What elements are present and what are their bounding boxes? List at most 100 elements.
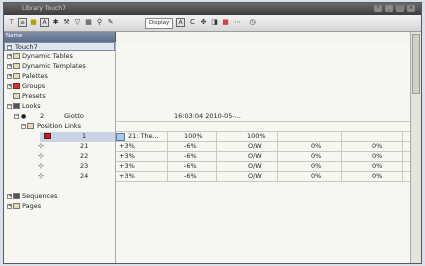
- tree-item-label: Looks: [22, 102, 41, 110]
- scrollbar-thumb[interactable]: [412, 34, 420, 94]
- fixture-node-icon: ⊹: [38, 142, 44, 150]
- folder-icon[interactable]: ■: [29, 18, 38, 27]
- expand-icon[interactable]: +: [7, 74, 12, 79]
- tilt-cell[interactable]: -6%: [184, 172, 197, 181]
- link-folder-icon: [27, 123, 34, 129]
- color-icon[interactable]: ■: [221, 18, 230, 27]
- value-cell[interactable]: 0%: [372, 172, 382, 181]
- tree-item-label: Dynamic Templates: [22, 62, 86, 70]
- value-cell[interactable]: 0%: [372, 162, 382, 171]
- level-cell[interactable]: 100%: [247, 132, 266, 141]
- grid-divider: [341, 131, 342, 181]
- tilt-cell[interactable]: -6%: [184, 162, 197, 171]
- tree-item-label: Groups: [22, 82, 46, 90]
- value-cell[interactable]: 0%: [311, 142, 321, 151]
- close-icon[interactable]: ×: [407, 5, 415, 12]
- sequence-icon: [13, 193, 20, 199]
- window-controls: ? _ □ ×: [374, 5, 415, 12]
- grid-divider: [116, 121, 411, 122]
- collapse-icon[interactable]: −: [14, 114, 19, 119]
- help-icon[interactable]: ?: [374, 5, 382, 12]
- selected-row-highlight: [40, 132, 115, 142]
- link-icon: [44, 133, 51, 139]
- mode-cell[interactable]: O/W: [248, 142, 262, 151]
- link-name: 21: The...: [128, 132, 159, 140]
- pan-cell[interactable]: +3%: [119, 162, 135, 171]
- grid-icon[interactable]: ▦: [84, 18, 93, 27]
- look-name: Giotto: [64, 112, 84, 120]
- link-number: 23: [80, 162, 89, 170]
- tree-item-root[interactable]: − Touch7: [4, 42, 115, 51]
- value-cell[interactable]: 0%: [372, 152, 382, 161]
- pan-cell[interactable]: +3%: [119, 152, 135, 161]
- value-cell[interactable]: 0%: [311, 162, 321, 171]
- look-bullet-icon: ●: [21, 113, 27, 120]
- tree-item-label: Palettes: [22, 72, 48, 80]
- cue-icon[interactable]: ✎: [106, 18, 115, 27]
- display-button[interactable]: Display: [145, 18, 174, 29]
- beam-icon[interactable]: ◨: [210, 18, 219, 27]
- collapse-icon[interactable]: −: [7, 104, 12, 109]
- grid-divider: [116, 161, 411, 162]
- looks-icon: [13, 103, 20, 109]
- filter-funnel-icon[interactable]: ▽: [73, 18, 82, 27]
- folder-icon: [13, 63, 20, 69]
- mode-cell[interactable]: O/W: [248, 172, 262, 181]
- minimize-icon[interactable]: _: [385, 5, 393, 12]
- link-name-cell[interactable]: 21: The...: [116, 132, 166, 141]
- expand-icon[interactable]: +: [7, 204, 12, 209]
- mode-cell[interactable]: O/W: [248, 152, 262, 161]
- link-number: 24: [80, 172, 89, 180]
- collapse-icon[interactable]: −: [7, 45, 12, 50]
- grid-divider: [167, 131, 168, 181]
- clock-icon[interactable]: ◷: [248, 18, 257, 27]
- grid-divider: [116, 151, 411, 152]
- maximize-icon[interactable]: □: [396, 5, 404, 12]
- tree-item-label: Pages: [22, 202, 42, 210]
- mode-cell[interactable]: O/W: [248, 162, 262, 171]
- list-view-icon[interactable]: ≡: [18, 18, 27, 27]
- filter-icon[interactable]: ⊤: [7, 18, 16, 27]
- tree-column-header[interactable]: Name: [4, 32, 116, 42]
- grid-divider: [116, 181, 411, 182]
- expand-icon[interactable]: +: [7, 64, 12, 69]
- value-cell[interactable]: 0%: [311, 152, 321, 161]
- fixture-icon[interactable]: ✱: [51, 18, 60, 27]
- link-number: 21: [80, 142, 89, 150]
- expand-icon[interactable]: +: [7, 194, 12, 199]
- look-number: 2: [40, 112, 45, 120]
- link-number: 1: [82, 132, 87, 140]
- tree-column-label: Name: [6, 33, 23, 39]
- library-tree: − Touch7 + Dynamic Tables + Dynamic Temp…: [4, 42, 116, 263]
- tools-icon[interactable]: ⚒: [62, 18, 71, 27]
- tree-item-label: Dynamic Tables: [22, 52, 73, 60]
- fixture-node-icon: ⊹: [38, 172, 44, 180]
- grid-divider: [277, 131, 278, 181]
- fixture-node-icon: ⊹: [38, 162, 44, 170]
- vertical-scrollbar[interactable]: [410, 32, 421, 263]
- expand-icon[interactable]: +: [7, 54, 12, 59]
- position-icon[interactable]: ✥: [199, 18, 208, 27]
- intensity-cell[interactable]: 100%: [184, 132, 203, 141]
- tree-item-label: Position Links: [37, 122, 82, 130]
- look-timestamp: 16:03:04 2010-05-...: [174, 112, 241, 120]
- expand-icon[interactable]: +: [7, 84, 12, 89]
- details-grid: 16:03:04 2010-05-... 21: The... 100% 100…: [116, 42, 411, 263]
- title-bar[interactable]: Library Touch7 ? _ □ ×: [4, 3, 421, 15]
- link-icon[interactable]: ⚲: [95, 18, 104, 27]
- text-icon[interactable]: A: [40, 18, 49, 27]
- pan-cell[interactable]: +3%: [119, 142, 135, 151]
- collapse-icon[interactable]: −: [21, 124, 26, 129]
- attribute-c-icon[interactable]: C: [188, 18, 197, 27]
- attribute-a-icon[interactable]: A: [176, 18, 185, 27]
- tilt-cell[interactable]: -6%: [184, 142, 197, 151]
- library-window: Library Touch7 ? _ □ × ⊤ ≡ ■ A ✱ ⚒ ▽ ▦ ⚲…: [3, 2, 422, 264]
- folder-icon: [13, 53, 20, 59]
- pan-cell[interactable]: +3%: [119, 172, 135, 181]
- tilt-cell[interactable]: -6%: [184, 152, 197, 161]
- tree-item-label: Presets: [22, 92, 46, 100]
- more-icon[interactable]: ⋯: [233, 18, 242, 27]
- value-cell[interactable]: 0%: [372, 142, 382, 151]
- value-cell[interactable]: 0%: [311, 172, 321, 181]
- grid-divider: [216, 131, 217, 181]
